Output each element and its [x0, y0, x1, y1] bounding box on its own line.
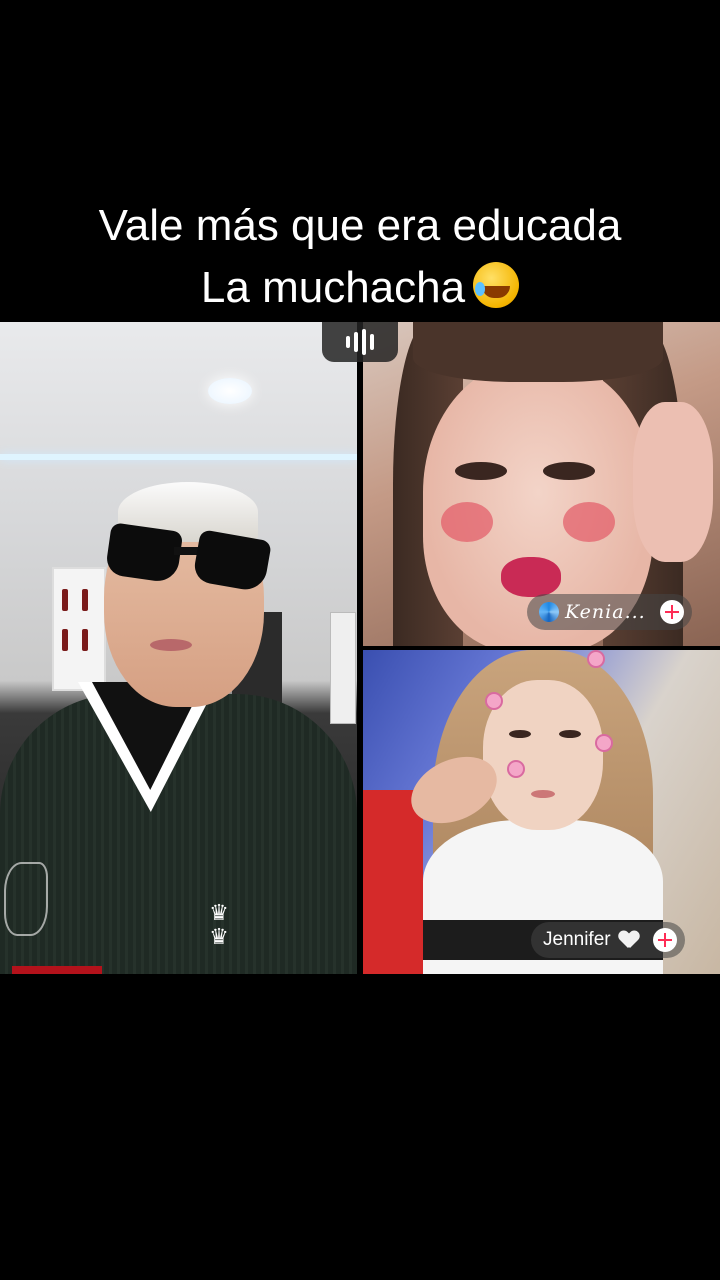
heart-filter-icon	[589, 652, 603, 666]
caption-line-1: Vale más que era educada	[98, 201, 622, 250]
guest2-eye-left	[509, 730, 531, 738]
guest-name-tag-2[interactable]: Jennifer	[531, 922, 685, 958]
guest1-mouth	[501, 557, 561, 597]
led-strip	[0, 454, 357, 460]
guest2-mouth	[531, 790, 555, 798]
sunglasses-lens-left	[104, 522, 184, 584]
wine-shelf	[52, 567, 106, 691]
guest1-hand	[633, 402, 713, 562]
ceiling-light	[208, 378, 252, 404]
guest1-blush-left	[441, 502, 493, 542]
audio-bars-icon	[346, 336, 350, 348]
bottle	[62, 629, 68, 651]
red-accent	[12, 966, 102, 974]
guest1-eye-right	[543, 462, 595, 480]
audio-bars-icon	[362, 329, 366, 355]
guest1-hair-top	[413, 322, 663, 382]
follow-plus-icon[interactable]	[652, 928, 677, 952]
host-video-panel[interactable]: ♛ ♛	[0, 322, 357, 974]
audio-bars-icon	[370, 334, 374, 350]
guest-video-panel-2[interactable]: Jennifer	[363, 650, 720, 974]
guest-name-1: Kenia...	[565, 601, 646, 623]
audio-bars-icon	[354, 332, 358, 352]
swirl-icon	[539, 602, 559, 622]
heart-filter-icon	[509, 762, 523, 776]
follow-plus-icon[interactable]	[659, 600, 684, 624]
white-heart-icon	[619, 931, 639, 949]
bottle	[82, 589, 88, 611]
host-mouth	[150, 639, 192, 651]
bottle	[82, 629, 88, 651]
angel-print-icon	[4, 862, 48, 936]
multi-guest-live-grid: ♛ ♛ Kenia... Jennifer	[0, 322, 720, 974]
guest2-red-sleeve	[363, 790, 423, 974]
wall-art	[330, 612, 356, 724]
heart-filter-icon	[487, 694, 501, 708]
heart-filter-icon	[597, 736, 611, 750]
caption-line-2-text: La muchacha	[200, 263, 466, 312]
video-caption: Vale más que era educada La muchacha	[0, 195, 720, 319]
guest2-face	[483, 680, 603, 830]
bottle	[62, 589, 68, 611]
crown-emblem-icon: ♛ ♛	[209, 901, 229, 950]
guest2-eye-right	[559, 730, 581, 738]
audio-indicator[interactable]	[322, 322, 398, 362]
guest-name-tag-1[interactable]: Kenia...	[527, 594, 692, 630]
guest-name-2: Jennifer	[543, 929, 611, 950]
guest1-blush-right	[563, 502, 615, 542]
sunglasses-lens-right	[192, 529, 272, 593]
sunglasses	[104, 522, 272, 593]
caption-line-2: La muchacha	[0, 257, 720, 319]
guest-video-panel-1[interactable]: Kenia...	[363, 322, 720, 646]
guest1-eye-left	[455, 462, 507, 480]
rolling-laughing-emoji-icon	[473, 262, 520, 308]
